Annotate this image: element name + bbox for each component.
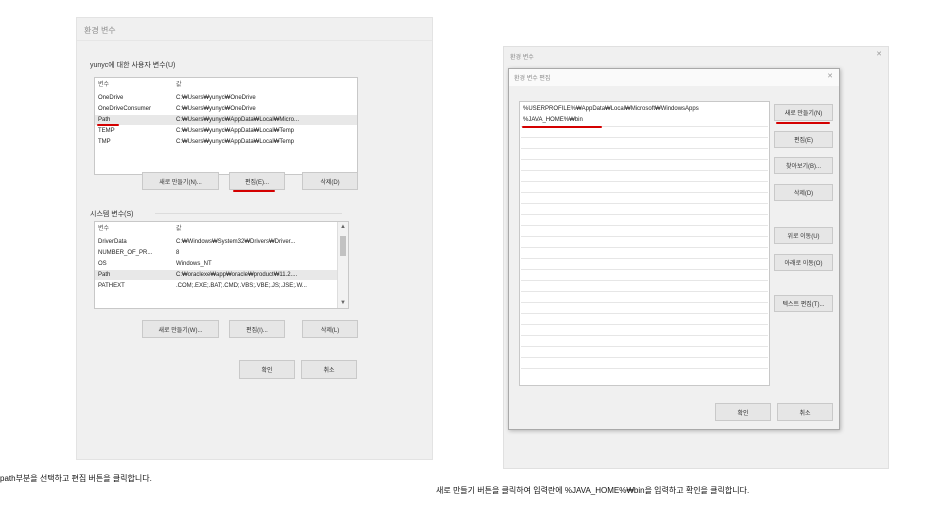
scroll-down-icon[interactable]: ▼	[338, 298, 348, 308]
delete-path-button[interactable]: 삭제(D)	[774, 184, 833, 201]
system-vars-section-title: 시스템 변수(S)	[90, 211, 134, 218]
user-vars-section-title: yunyc에 대한 사용자 변수(U)	[90, 62, 176, 69]
table-row[interactable]: TMP C:₩Users₩yunyc₩AppData₩Local₩Temp	[95, 137, 357, 147]
path-underline	[97, 124, 119, 126]
table-row[interactable]: DriverData C:₩Windows₩System32₩Drivers₩D…	[95, 237, 348, 247]
header-variable: 변수	[98, 82, 110, 88]
table-row[interactable]: PATHEXT .COM;.EXE;.BAT;.CMD;.VBS;.VBE;.J…	[95, 281, 348, 291]
move-up-button[interactable]: 위로 이동(U)	[774, 227, 833, 244]
window-title: 환경 변수	[84, 26, 116, 35]
java-home-underline	[522, 126, 602, 128]
header-value: 값	[176, 82, 182, 88]
table-row-path-selected[interactable]: Path C:₩Users₩yunyc₩AppData₩Local₩Micro.…	[95, 115, 357, 125]
table-header: 변수 값	[95, 224, 348, 234]
left-caption: path부분을 선택하고 편집 버튼을 클릭합니다.	[0, 474, 152, 483]
system-vars-table[interactable]: 변수 값 DriverData C:₩Windows₩System32₩Driv…	[94, 221, 349, 309]
table-row[interactable]: OS Windows_NT	[95, 259, 348, 269]
scroll-up-icon[interactable]: ▲	[338, 222, 348, 232]
cancel-button[interactable]: 취소	[301, 360, 357, 379]
header-variable: 변수	[98, 226, 110, 232]
system-delete-button[interactable]: 삭제(L)	[302, 320, 358, 338]
ok-button[interactable]: 확인	[239, 360, 295, 379]
table-row[interactable]: Path C:₩oraclexe₩app₩oracle₩product₩11.2…	[95, 270, 348, 280]
edit-path-button[interactable]: 편집(E)	[774, 131, 833, 148]
user-edit-button[interactable]: 편집(E)...	[229, 172, 285, 190]
vertical-scrollbar[interactable]: ▲ ▼	[337, 222, 348, 308]
right-caption: 새로 만들기 버튼을 클릭하여 입력란에 %JAVA_HOME%₩bin을 입력…	[436, 486, 750, 495]
table-row[interactable]: NUMBER_OF_PR... 8	[95, 248, 348, 258]
path-entry[interactable]: %USERPROFILE%₩AppData₩Local₩Microsoft₩Wi…	[523, 104, 699, 114]
dialog-titlebar	[509, 69, 839, 86]
close-icon[interactable]: ✕	[827, 72, 833, 80]
edit-env-var-dialog: 환경 변수 편집 ✕ %USERPROFILE%₩AppData₩Local₩M…	[508, 68, 840, 430]
move-down-button[interactable]: 아래로 이동(O)	[774, 254, 833, 271]
edit-text-button[interactable]: 텍스트 편집(T)...	[774, 295, 833, 312]
table-row[interactable]: OneDrive C:₩Users₩yunyc₩OneDrive	[95, 93, 357, 103]
new-button-underline	[776, 122, 830, 124]
table-row[interactable]: TEMP C:₩Users₩yunyc₩AppData₩Local₩Temp	[95, 126, 357, 136]
user-vars-table[interactable]: 변수 값 OneDrive C:₩Users₩yunyc₩OneDrive On…	[94, 77, 358, 175]
dialog-title: 환경 변수 편집	[514, 76, 551, 82]
system-new-button[interactable]: 새로 만들기(W)...	[142, 320, 219, 338]
close-icon[interactable]: ✕	[876, 50, 882, 58]
user-new-button[interactable]: 새로 만들기(N)...	[142, 172, 219, 190]
table-row[interactable]: OneDriveConsumer C:₩Users₩yunyc₩OneDrive	[95, 104, 357, 114]
window-title: 환경 변수	[510, 55, 534, 61]
new-path-button[interactable]: 새로 만들기(N)	[774, 104, 833, 121]
user-delete-button[interactable]: 삭제(D)	[302, 172, 358, 190]
scrollbar-thumb[interactable]	[340, 236, 346, 256]
edit-underline	[233, 190, 275, 192]
env-vars-window: 환경 변수 yunyc에 대한 사용자 변수(U) 변수 값 OneDrive …	[76, 17, 433, 460]
cancel-button[interactable]: 취소	[777, 403, 833, 421]
path-entry-java-home[interactable]: %JAVA_HOME%₩bin	[523, 115, 583, 125]
section-separator	[155, 213, 342, 214]
path-list[interactable]: %USERPROFILE%₩AppData₩Local₩Microsoft₩Wi…	[519, 101, 770, 386]
system-edit-button[interactable]: 편집(I)...	[229, 320, 285, 338]
table-header: 변수 값	[95, 80, 357, 90]
header-value: 값	[176, 226, 182, 232]
title-separator	[77, 40, 432, 41]
browse-button[interactable]: 찾아보기(B)...	[774, 157, 833, 174]
ok-button[interactable]: 확인	[715, 403, 771, 421]
